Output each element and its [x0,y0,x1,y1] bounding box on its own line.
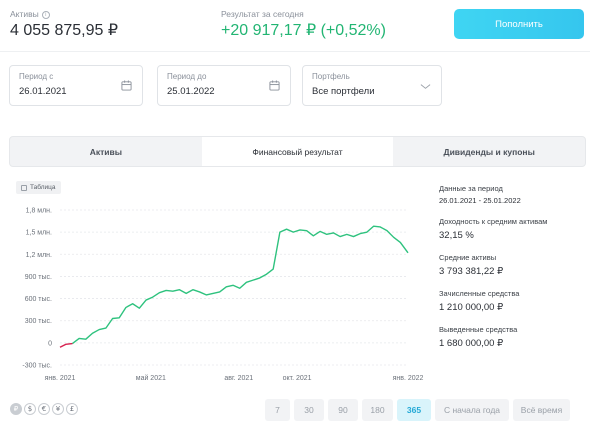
stat-withdrawals: Выведенные средства 1 680 000,00 ₽ [439,325,587,349]
series-line [72,225,409,345]
stat-yield: Доходность к средним активам 32,15 % [439,217,587,241]
info-icon[interactable]: i [41,10,50,19]
chevron-down-icon[interactable] [420,81,431,92]
currency-rub-button[interactable]: ₽ [10,403,22,415]
calendar-icon[interactable] [121,80,132,91]
period-30-button[interactable]: 30 [294,399,324,421]
calendar-icon[interactable] [269,80,280,91]
financial-result-chart: 1,8 млн. 1,5 млн. 1,2 млн. 900 тыс. 600 тыс.… [22,208,424,383]
y-tick-label: -300 тыс. [22,363,52,370]
y-tick-label: 1,2 млн. [26,252,52,259]
stats-panel: Данные за период 26.01.2021 - 25.01.2022… [439,184,587,361]
portfolio-select[interactable]: Портфель Все портфели [302,65,442,106]
period-90-button[interactable]: 90 [328,399,358,421]
period-switcher: 7 30 90 180 365 С начала года Всё время [265,399,570,421]
stat-range: Данные за период 26.01.2021 - 25.01.2022 [439,184,587,205]
period-from-value: 26.01.2021 [19,86,67,97]
period-from-label: Период с [19,72,54,81]
header-divider [0,51,590,52]
portfolio-value: Все портфели [312,86,375,97]
x-tick-label: май 2021 [136,374,166,382]
topup-button[interactable]: Пополнить [454,9,584,39]
currency-gbp-button[interactable]: £ [66,403,78,415]
tab-financial-result[interactable]: Финансовый результат [201,137,394,166]
stat-yield-value: 32,15 % [439,230,474,241]
currency-eur-button[interactable]: € [38,403,50,415]
y-tick-label: 0 [48,340,52,347]
x-tick-label: окт. 2021 [283,375,312,382]
stat-withdraw-value: 1 680 000,00 ₽ [439,338,504,349]
stat-avg-label: Средние активы [439,253,497,262]
stat-avg-value: 3 793 381,22 ₽ [439,266,504,277]
period-from-field[interactable]: Период с 26.01.2021 [9,65,143,106]
x-tick-label: авг. 2021 [224,375,253,382]
portfolio-label: Портфель [312,72,350,81]
period-to-field[interactable]: Период до 25.01.2022 [157,65,291,106]
stat-avg-assets: Средние активы 3 793 381,22 ₽ [439,253,587,277]
y-tick-label: 600 тыс. [25,296,52,303]
tab-assets[interactable]: Активы [10,137,202,166]
table-icon [21,184,27,191]
stat-range-label: Данные за период [439,184,503,193]
currency-switcher: ₽ $ € ¥ £ [10,403,78,415]
tab-bar: Активы Финансовый результат Дивиденды и … [9,136,586,167]
stat-range-value: 26.01.2021 - 25.01.2022 [439,196,521,205]
result-value: +20 917,17 ₽ (+0,52%) [221,22,386,39]
x-tick-label: янв. 2022 [393,375,424,382]
period-7-button[interactable]: 7 [265,399,290,421]
y-tick-label: 1,5 млн. [26,230,52,237]
y-tick-label: 900 тыс. [25,274,52,281]
period-to-value: 25.01.2022 [167,86,215,97]
currency-usd-button[interactable]: $ [24,403,36,415]
y-tick-label: 300 тыс. [25,318,52,325]
tab-dividends[interactable]: Дивиденды и купоны [393,137,585,166]
x-tick-label: янв. 2021 [45,375,76,382]
table-toggle[interactable]: Таблица [16,181,61,194]
period-ytd-button[interactable]: С начала года [435,399,509,421]
stat-deposits: Зачисленные средства 1 210 000,00 ₽ [439,289,587,313]
stat-withdraw-label: Выведенные средства [439,325,518,334]
period-365-button[interactable]: 365 [397,399,431,421]
assets-label: Активы i [10,9,50,19]
table-toggle-label: Таблица [30,184,56,191]
currency-cny-button[interactable]: ¥ [52,403,64,415]
period-to-label: Период до [167,72,207,81]
period-all-button[interactable]: Всё время [513,399,570,421]
y-tick-label: 1,8 млн. [26,208,52,215]
assets-value: 4 055 875,95 ₽ [10,22,119,39]
period-180-button[interactable]: 180 [362,399,393,421]
result-label: Результат за сегодня [221,9,304,19]
stat-yield-label: Доходность к средним активам [439,217,548,226]
stat-deposit-value: 1 210 000,00 ₽ [439,302,504,313]
stat-deposit-label: Зачисленные средства [439,289,520,298]
series-line-negative [59,342,73,348]
